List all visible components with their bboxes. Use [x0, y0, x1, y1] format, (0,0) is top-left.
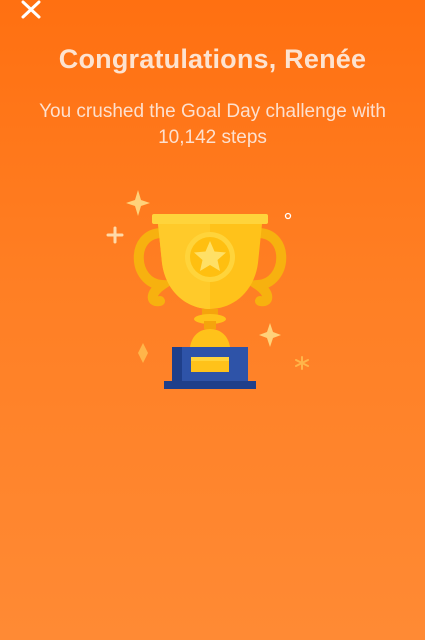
challenge-message: You crushed the Goal Day challenge with …: [39, 101, 386, 148]
trophy-illustration: [100, 185, 320, 405]
plus-sparkle-icon: [106, 226, 124, 244]
close-icon[interactable]: [18, 0, 44, 22]
page-title: Congratulations, Renée: [58, 44, 367, 74]
star-sparkle-icon: [295, 356, 309, 370]
